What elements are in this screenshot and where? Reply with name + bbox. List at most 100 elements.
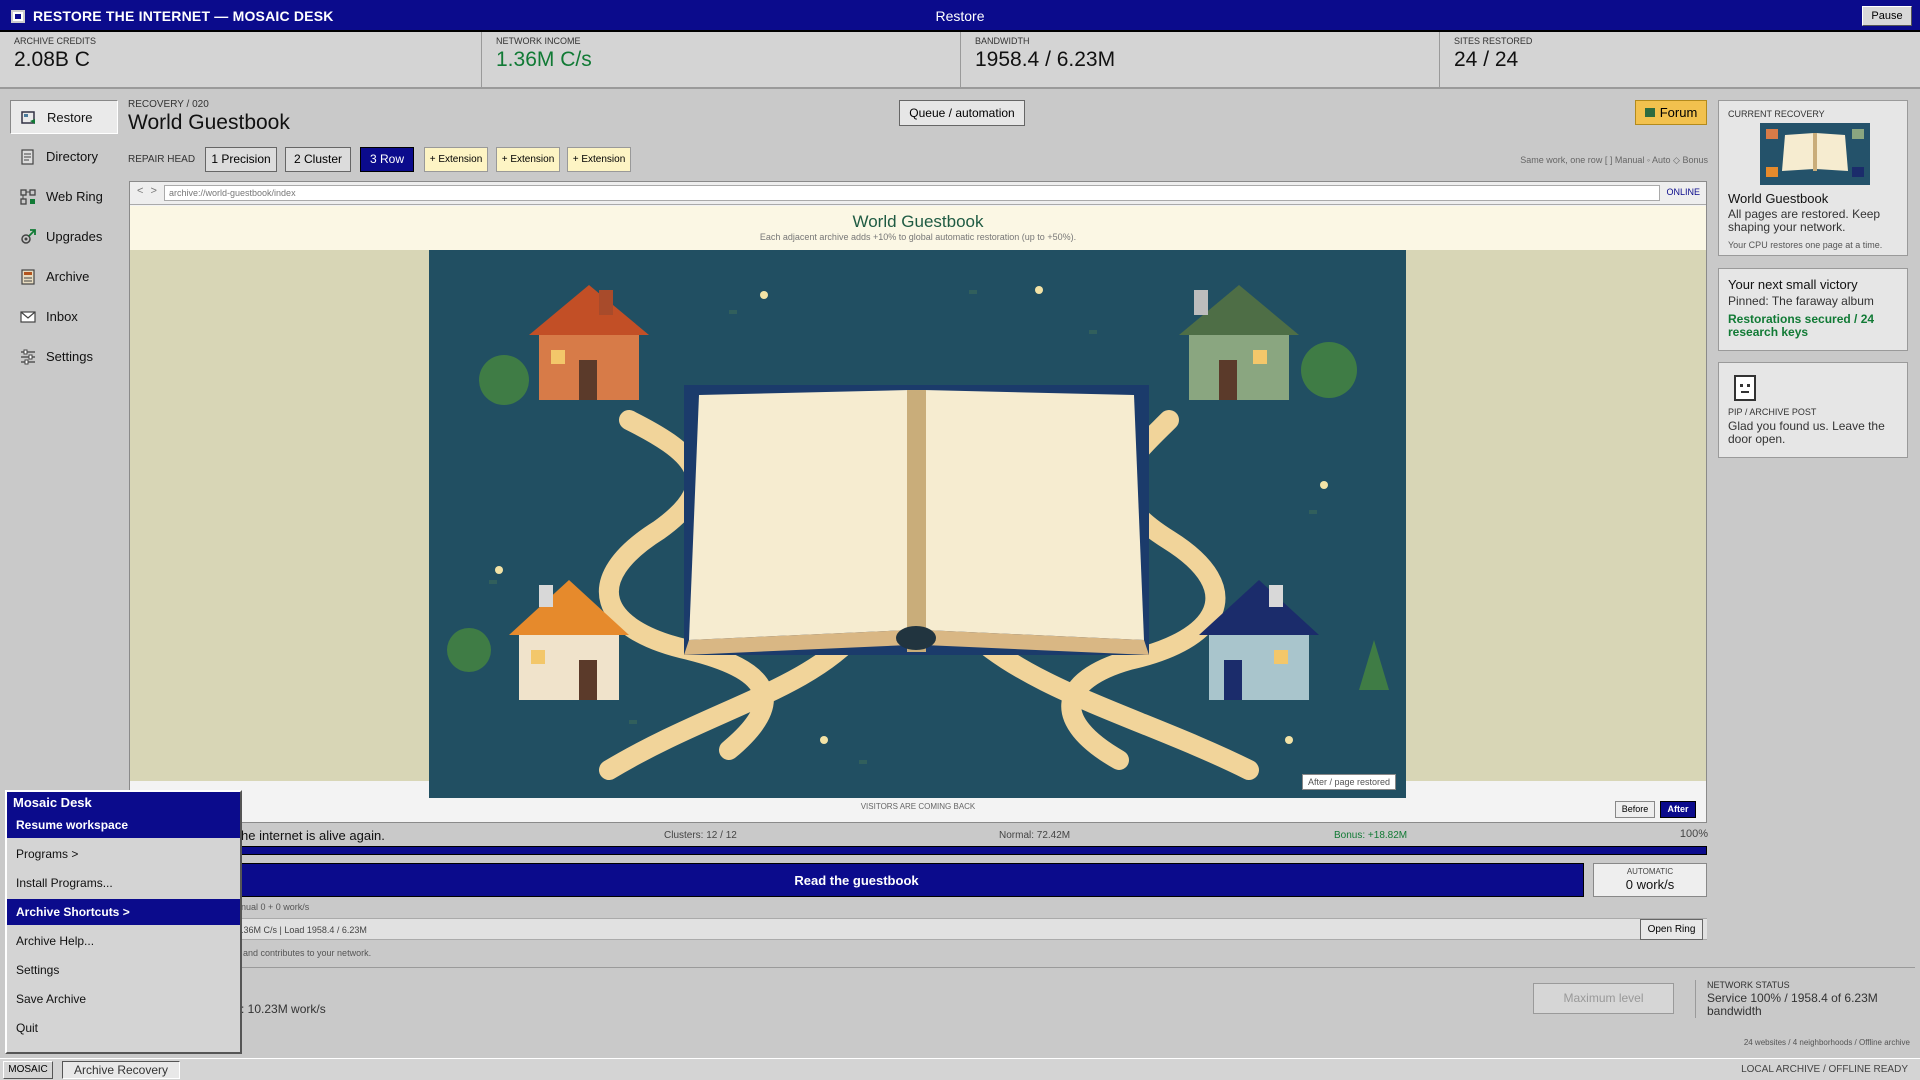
menu-item-settings[interactable]: Settings bbox=[7, 957, 240, 983]
next-victory-title: Your next small victory bbox=[1728, 277, 1858, 292]
open-ring-button[interactable]: Open Ring bbox=[1640, 919, 1703, 940]
stat-value: 1958.4 / 6.23M bbox=[975, 48, 1116, 71]
guestbook-artwork: After / page restored bbox=[429, 250, 1406, 798]
menu-item-quit[interactable]: Quit bbox=[7, 1015, 240, 1041]
title-bar: RESTORE THE INTERNET — MOSAIC DESK Resto… bbox=[0, 0, 1920, 32]
extension-slot-1[interactable]: + Extension bbox=[424, 147, 488, 172]
progress-message: he internet is alive again. bbox=[241, 828, 385, 843]
network-status: NETWORK STATUS Service 100% / 1958.4 of … bbox=[1695, 980, 1915, 1018]
sidebar-item-label: Inbox bbox=[46, 309, 78, 324]
read-guestbook-button[interactable]: Read the guestbook bbox=[129, 863, 1584, 897]
sidebar-item-restore[interactable]: Restore bbox=[10, 100, 118, 134]
forum-button[interactable]: Forum bbox=[1635, 100, 1707, 125]
stat-network-income: NETWORK INCOME 1.36M C/s bbox=[482, 32, 961, 87]
site-subtitle: Each adjacent archive adds +10% to globa… bbox=[759, 232, 1077, 242]
guestbook-scene-image bbox=[429, 250, 1406, 798]
extension-slot-3[interactable]: + Extension bbox=[567, 147, 631, 172]
taskbar: MOSAIC Archive Recovery LOCAL ARCHIVE / … bbox=[0, 1058, 1920, 1080]
start-button[interactable]: MOSAIC bbox=[3, 1061, 53, 1079]
stat-value: 1.36M C/s bbox=[496, 48, 592, 71]
pip-archive-post-card: PIP / ARCHIVE POST Glad you found us. Le… bbox=[1718, 362, 1908, 458]
settings-icon bbox=[21, 349, 35, 365]
clusters-count: Clusters: 12 / 12 bbox=[664, 830, 737, 841]
income-line: .36M C/s | Load 1958.4 / 6.23M bbox=[241, 925, 367, 935]
sidebar-item-label: Directory bbox=[46, 149, 99, 164]
site-header: World Guestbook Each adjacent archive ad… bbox=[130, 206, 1706, 250]
menu-item-archive-help[interactable]: Archive Help... bbox=[7, 928, 240, 954]
visitors-label: VISITORS ARE COMING BACK bbox=[860, 802, 976, 811]
repair-head-precision[interactable]: 1 Precision bbox=[205, 147, 277, 172]
archive-icon bbox=[21, 269, 35, 285]
sidebar-item-settings[interactable]: Settings bbox=[10, 340, 118, 374]
extension-slot-2[interactable]: + Extension bbox=[496, 147, 560, 172]
site-browser: < > archive://world-guestbook/index ONLI… bbox=[129, 181, 1707, 823]
current-recovery-body: All pages are restored. Keep shaping you… bbox=[1728, 207, 1881, 234]
current-recovery-note: Your CPU restores one page at a time. bbox=[1728, 240, 1883, 250]
nav-arrows-icon[interactable]: < > bbox=[137, 185, 159, 197]
sidebar-item-label: Settings bbox=[46, 349, 93, 364]
maximum-level-button[interactable]: Maximum level bbox=[1533, 983, 1674, 1014]
stat-label: SITES RESTORED bbox=[1454, 36, 1533, 46]
stat-value: 24 / 24 bbox=[1454, 48, 1519, 71]
site-title: World Guestbook bbox=[852, 212, 984, 231]
menu-item-resume-workspace[interactable]: Resume workspace bbox=[7, 812, 240, 838]
network-status-value: Service 100% / 1958.4 of 6.23M bandwidth bbox=[1707, 991, 1878, 1018]
queue-automation-button[interactable]: Queue / automation bbox=[899, 100, 1025, 126]
before-toggle[interactable]: Before bbox=[1615, 801, 1655, 818]
menu-item-install-programs[interactable]: Install Programs... bbox=[7, 870, 240, 896]
stat-sites-restored: SITES RESTORED 24 / 24 bbox=[1440, 32, 1920, 87]
web-ring-icon bbox=[20, 189, 36, 205]
after-toggle[interactable]: After bbox=[1660, 801, 1696, 818]
current-recovery-label: CURRENT RECOVERY bbox=[1728, 109, 1825, 119]
stat-label: NETWORK INCOME bbox=[496, 36, 581, 46]
menu-item-archive-shortcuts[interactable]: Archive Shortcuts > bbox=[7, 899, 240, 925]
sidebar-item-label: Upgrades bbox=[46, 229, 103, 244]
main-header: RECOVERY / 020 World Guestbook Queue / a… bbox=[128, 96, 1708, 180]
pip-mascot-icon bbox=[1734, 375, 1756, 401]
network-status-label: NETWORK STATUS bbox=[1707, 980, 1790, 990]
url-field[interactable]: archive://world-guestbook/index bbox=[164, 185, 1660, 201]
sidebar-item-directory[interactable]: Directory bbox=[10, 140, 118, 174]
sidebar-item-inbox[interactable]: Inbox bbox=[10, 300, 118, 334]
progress-bar bbox=[129, 846, 1707, 855]
inbox-icon bbox=[20, 311, 36, 323]
divider bbox=[129, 967, 1915, 968]
next-victory-card: Your next small victory Pinned: The fara… bbox=[1718, 268, 1908, 351]
sidebar-item-web-ring[interactable]: Web Ring bbox=[10, 180, 118, 214]
restored-site: World Guestbook Each adjacent archive ad… bbox=[130, 206, 1706, 798]
income-row: .36M C/s | Load 1958.4 / 6.23M bbox=[129, 918, 1707, 940]
automatic-label: AUTOMATIC bbox=[1626, 867, 1674, 876]
taskbar-app-archive-recovery[interactable]: Archive Recovery bbox=[62, 1061, 180, 1079]
stat-bandwidth: BANDWIDTH 1958.4 / 6.23M bbox=[961, 32, 1440, 87]
footer-note: 24 websites / 4 neighborhoods / Offline … bbox=[1743, 1038, 1910, 1047]
menu-item-programs[interactable]: Programs > bbox=[7, 841, 240, 867]
stat-archive-credits: ARCHIVE CREDITS 2.08B C bbox=[0, 32, 482, 87]
current-recovery-title: World Guestbook bbox=[1728, 191, 1829, 206]
menu-item-save-archive[interactable]: Save Archive bbox=[7, 986, 240, 1012]
sidebar-item-label: Restore bbox=[47, 110, 93, 125]
directory-icon bbox=[21, 149, 34, 165]
bonus-value: Bonus: +18.82M bbox=[1334, 830, 1408, 841]
start-menu: Mosaic Desk Resume workspace Programs > … bbox=[5, 790, 242, 1054]
automatic-box: AUTOMATIC 0 work/s bbox=[1593, 863, 1707, 897]
next-victory-progress: Restorations secured / 24 research keys bbox=[1728, 312, 1875, 339]
repair-head-row[interactable]: 3 Row bbox=[360, 147, 414, 172]
taskbar-status: LOCAL ARCHIVE / OFFLINE READY bbox=[1741, 1064, 1908, 1075]
normal-value: Normal: 72.42M bbox=[999, 830, 1071, 841]
recovery-label: RECOVERY / 020 bbox=[128, 99, 209, 110]
sidebar-item-archive[interactable]: Archive bbox=[10, 260, 118, 294]
automatic-value: 0 work/s bbox=[1625, 877, 1675, 892]
stats-bar: ARCHIVE CREDITS 2.08B C NETWORK INCOME 1… bbox=[0, 32, 1920, 89]
restore-icon bbox=[21, 111, 35, 124]
sidebar: Restore Directory Web Ring Upgrades Arch… bbox=[4, 96, 126, 786]
repair-head-cluster[interactable]: 2 Cluster bbox=[285, 147, 351, 172]
next-victory-body: Pinned: The faraway album bbox=[1728, 294, 1874, 308]
sidebar-item-upgrades[interactable]: Upgrades bbox=[10, 220, 118, 254]
progress-percent: 100% bbox=[1679, 828, 1708, 840]
sidebar-item-label: Archive bbox=[46, 269, 90, 284]
after-badge: After / page restored bbox=[1301, 774, 1396, 790]
stat-value: 2.08B C bbox=[14, 48, 90, 71]
recovery-thumbnail-image bbox=[1760, 123, 1870, 185]
pause-button[interactable]: Pause bbox=[1862, 6, 1912, 26]
pip-label: PIP / ARCHIVE POST bbox=[1728, 407, 1817, 417]
